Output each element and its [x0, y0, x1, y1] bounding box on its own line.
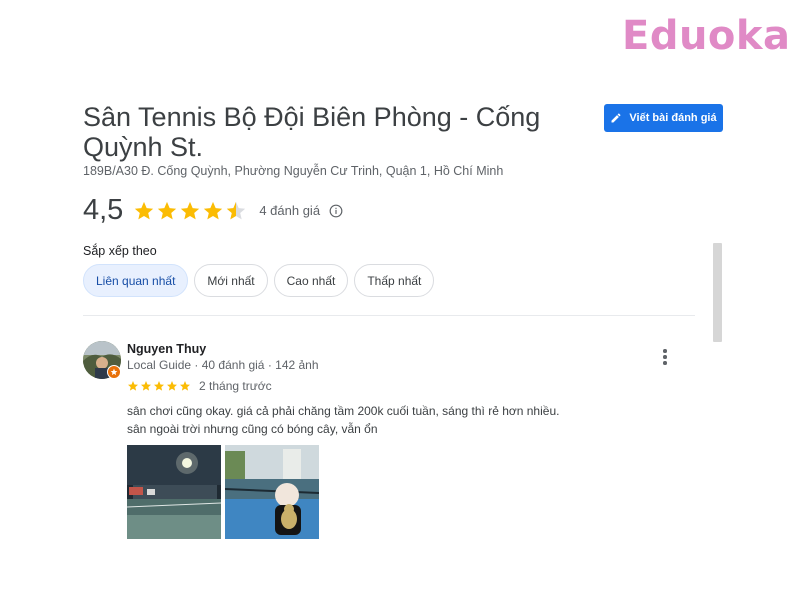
review-photos — [127, 445, 319, 539]
star-icon — [204, 201, 223, 219]
rating-stars — [133, 200, 247, 222]
star-icon — [154, 381, 164, 391]
review-time: 2 tháng trước — [199, 379, 272, 393]
sort-chips: Liên quan nhất Mới nhất Cao nhất Thấp nh… — [83, 264, 435, 297]
write-review-label: Viết bài đánh giá — [629, 112, 717, 124]
rating-count: 4 đánh giá — [259, 203, 321, 218]
review-text: sân chơi cũng okay. giá cả phải chăng tầ… — [127, 402, 559, 438]
star-icon — [158, 201, 177, 219]
more-options-icon[interactable] — [656, 347, 674, 367]
star-icon — [128, 381, 138, 391]
sort-chip-highest[interactable]: Cao nhất — [273, 264, 349, 297]
reviewer-photo-count: 142 ảnh — [275, 358, 319, 372]
half-star-icon — [227, 201, 246, 219]
rating-summary: 4,5 4 đánh giá — [83, 194, 343, 227]
court-with-plush-toy-photo[interactable] — [225, 445, 319, 539]
divider — [83, 315, 695, 316]
local-guide-badge-icon — [107, 365, 121, 379]
sort-chip-lowest[interactable]: Thấp nhất — [354, 264, 435, 297]
pencil-icon — [611, 113, 621, 123]
info-icon[interactable] — [329, 204, 343, 218]
sort-chip-newest[interactable]: Mới nhất — [194, 264, 268, 297]
reviewer-name[interactable]: Nguyen Thuy — [127, 342, 206, 356]
place-title: Sân Tennis Bộ Đội Biên Phòng - Cống Quỳn… — [83, 102, 541, 162]
scrollbar-thumb[interactable] — [713, 243, 722, 342]
star-icon — [135, 201, 154, 219]
review-rating-row: 2 tháng trước — [127, 379, 272, 393]
review-text-line: sân ngoài trời nhưng cũng có bóng cây, v… — [127, 422, 378, 436]
star-icon — [180, 381, 190, 391]
brand-logo: Eduoka — [622, 13, 791, 59]
meta-separator: · — [194, 358, 202, 372]
rating-value: 4,5 — [83, 194, 124, 226]
star-icon — [181, 201, 200, 219]
place-address: 189B/A30 Đ. Cống Quỳnh, Phường Nguyễn Cư… — [83, 164, 504, 178]
night-tennis-court-photo[interactable] — [127, 445, 221, 539]
review-text-line: sân chơi cũng okay. giá cả phải chăng tầ… — [127, 404, 560, 418]
local-guide-label: Local Guide — [127, 358, 192, 372]
write-review-button[interactable]: Viết bài đánh giá — [604, 104, 723, 132]
star-icon — [167, 381, 177, 391]
sort-chip-relevant[interactable]: Liên quan nhất — [83, 264, 189, 297]
reviewer-meta: Local Guide · 40 đánh giá · 142 ảnh — [127, 358, 319, 372]
sort-label: Sắp xếp theo — [83, 244, 157, 258]
review-stars — [127, 380, 191, 392]
reviewer-review-count: 40 đánh giá — [201, 358, 265, 372]
star-icon — [141, 381, 151, 391]
